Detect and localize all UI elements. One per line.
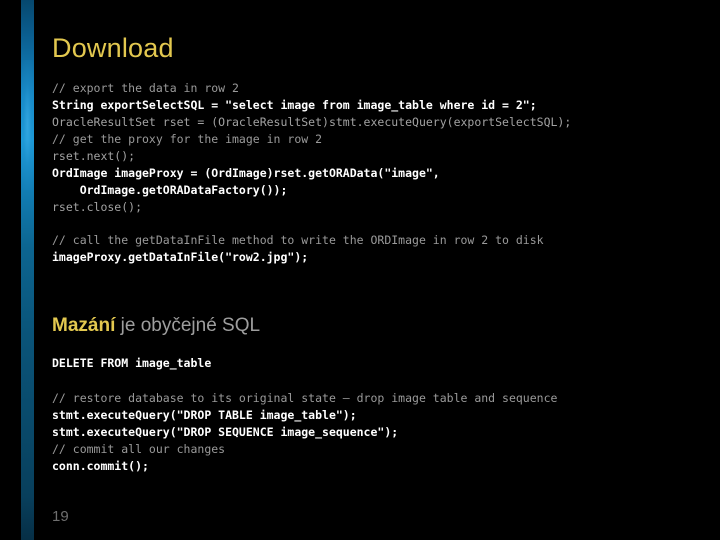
code-line: OracleResultSet rset = (OracleResultSet)… <box>52 115 572 129</box>
code-block-export: // export the data in row 2 String export… <box>52 80 571 216</box>
code-line: imageProxy.getDataInFile("row2.jpg"); <box>52 250 309 264</box>
code-block-cleanup: // restore database to its original stat… <box>52 390 557 475</box>
code-line: stmt.executeQuery("DROP SEQUENCE image_s… <box>52 425 399 439</box>
slide-content: Download // export the data in row 2 Stri… <box>52 0 712 540</box>
code-line: stmt.executeQuery("DROP TABLE image_tabl… <box>52 408 357 422</box>
code-line: OrdImage imageProxy = (OrdImage)rset.get… <box>52 166 440 180</box>
section-heading-highlight: Mazání <box>52 315 116 336</box>
code-line: // commit all our changes <box>52 442 226 456</box>
code-line: // call the getDataInFile method to writ… <box>52 233 544 247</box>
section-heading: Mazání je obyčejné SQL <box>52 314 260 338</box>
left-accent-bar <box>21 0 34 540</box>
code-line: // restore database to its original stat… <box>52 391 558 405</box>
sql-delete-statement: DELETE FROM image_table <box>52 356 212 370</box>
code-line: rset.close(); <box>52 200 143 214</box>
code-line: // export the data in row 2 <box>52 81 239 95</box>
section-heading-rest: je obyčejné SQL <box>115 315 261 336</box>
code-block-getdatainfile: // call the getDataInFile method to writ… <box>52 232 544 266</box>
code-line: String exportSelectSQL = "select image f… <box>52 98 537 112</box>
code-line: conn.commit(); <box>52 459 149 473</box>
code-line: OrdImage.getORADataFactory()); <box>52 183 288 197</box>
code-line: rset.next(); <box>52 149 136 163</box>
slide-canvas: Download // export the data in row 2 Stri… <box>0 0 720 540</box>
page-title: Download <box>52 33 174 63</box>
code-line: // get the proxy for the image in row 2 <box>52 132 323 146</box>
page-number: 19 <box>52 508 69 525</box>
